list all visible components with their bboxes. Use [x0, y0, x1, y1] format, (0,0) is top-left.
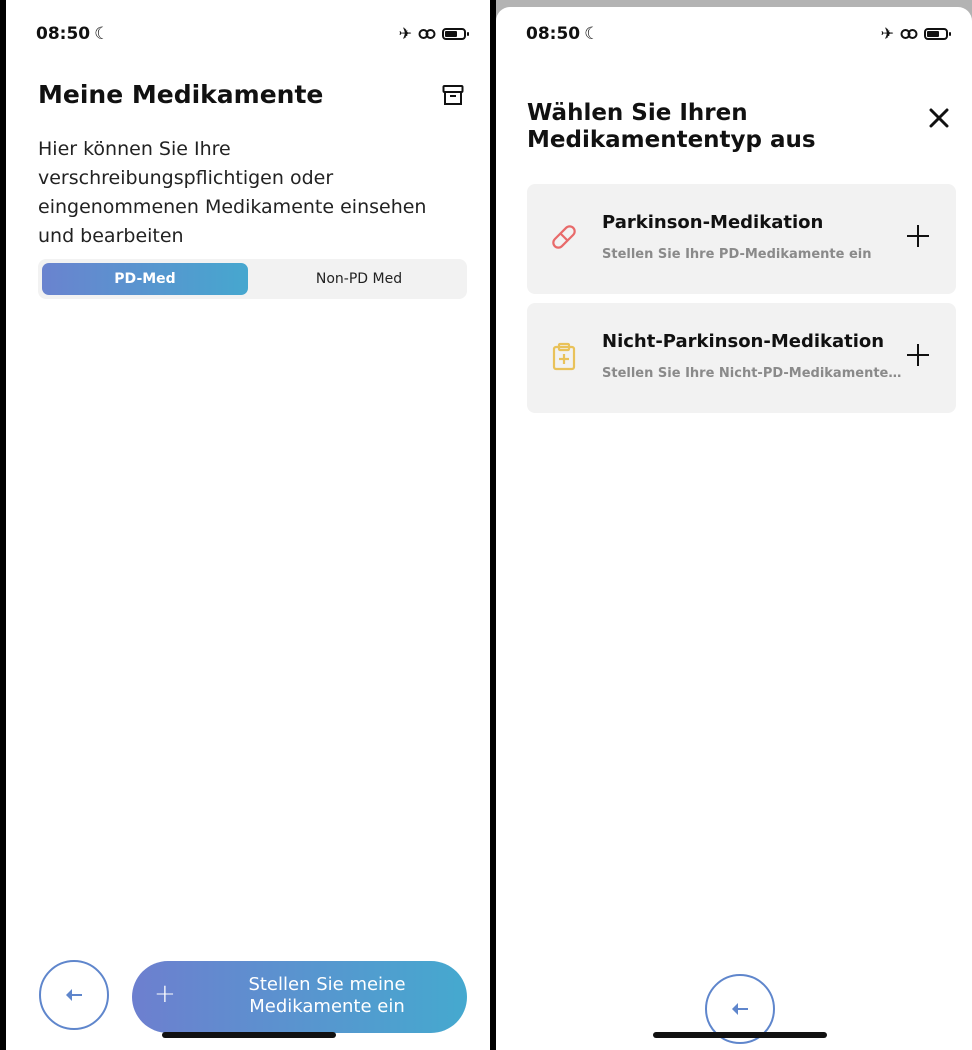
medications-screen: 08:50 ☾ ✈ Meine Medikamente Hier können S… [6, 0, 490, 1050]
archive-icon[interactable] [442, 84, 464, 106]
plus-icon[interactable] [904, 341, 932, 369]
system-icons: ✈ [880, 24, 951, 43]
medication-type-sheet: 08:50 ☾ ✈ Wählen Sie Ihren Medikamententy… [496, 7, 972, 1050]
clipboard-plus-icon [552, 342, 576, 371]
modal-backdrop: 08:50 ☾ ✈ Wählen Sie Ihren Medikamententy… [496, 0, 972, 1050]
page-title: Meine Medikamente [38, 80, 324, 109]
system-icons: ✈ [398, 24, 469, 43]
tab-pd-med[interactable]: PD-Med [42, 263, 248, 295]
back-button[interactable] [39, 960, 109, 1030]
status-time: 08:50 ☾ [36, 24, 110, 44]
moon-icon: ☾ [584, 24, 600, 44]
home-indicator[interactable] [653, 1032, 827, 1038]
option-non-parkinson-medication[interactable]: Nicht-Parkinson-Medikation Stellen Sie I… [527, 303, 956, 413]
battery-icon [924, 28, 951, 40]
plus-icon[interactable] [904, 222, 932, 250]
option-title: Parkinson-Medikation [602, 212, 824, 233]
pill-icon [552, 225, 576, 249]
airplane-mode-icon: ✈ [880, 24, 894, 43]
set-medications-label: Stellen Sie meine Medikamente ein [248, 974, 406, 1017]
option-subtitle: Stellen Sie Ihre PD-Medikamente ein [602, 247, 872, 262]
arrow-left-icon [66, 989, 82, 1001]
status-bar: 08:50 ☾ ✈ [36, 22, 469, 50]
close-icon[interactable] [926, 105, 952, 131]
airplane-mode-icon: ✈ [398, 24, 412, 43]
home-indicator[interactable] [162, 1032, 336, 1038]
medication-type-tabs: PD-Med Non-PD Med [38, 259, 467, 299]
link-icon [418, 29, 436, 39]
tab-non-pd-med[interactable]: Non-PD Med [256, 263, 462, 295]
moon-icon: ☾ [94, 24, 110, 44]
arrow-left-icon [732, 1003, 748, 1015]
battery-icon [442, 28, 469, 40]
page-description: Hier können Sie Ihre verschreibungspflic… [38, 138, 427, 247]
sheet-title: Wählen Sie Ihren Medikamententyp aus [527, 100, 816, 153]
set-medications-button[interactable]: + Stellen Sie meine Medikamente ein [132, 961, 467, 1033]
link-icon [900, 29, 918, 39]
option-title: Nicht-Parkinson-Medikation [602, 331, 885, 352]
option-parkinson-medication[interactable]: Parkinson-Medikation Stellen Sie Ihre PD… [527, 184, 956, 294]
option-subtitle: Stellen Sie Ihre Nicht-PD-Medikamente ei… [602, 366, 902, 381]
status-time: 08:50 ☾ [526, 24, 600, 44]
status-bar: 08:50 ☾ ✈ [526, 22, 951, 50]
plus-icon: + [154, 979, 176, 1009]
